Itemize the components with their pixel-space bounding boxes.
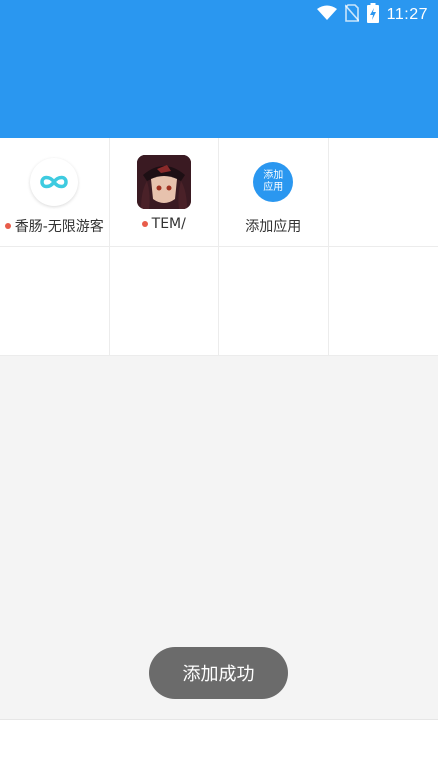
new-badge-dot xyxy=(5,223,11,229)
empty-tile xyxy=(329,138,438,247)
add-app-icon: 添加 应用 xyxy=(253,162,293,202)
empty-tile xyxy=(0,247,110,356)
status-bar: 11:27 xyxy=(317,4,428,26)
empty-tile xyxy=(110,247,220,356)
game-avatar-icon xyxy=(137,155,191,209)
empty-tile xyxy=(219,247,329,356)
app-grid: 香肠-无限游客 TEM/ xyxy=(0,138,438,356)
no-sim-icon xyxy=(345,4,359,26)
app-label: 香肠-无限游客 xyxy=(0,216,109,236)
app-tile-sausage[interactable]: 香肠-无限游客 xyxy=(0,138,110,247)
app-label: TEM/ xyxy=(110,216,219,232)
app-icon xyxy=(27,155,81,209)
app-tile-tem[interactable]: TEM/ xyxy=(110,138,220,247)
app-name: 香肠-无限游客 xyxy=(15,216,104,236)
infinity-icon xyxy=(38,173,70,191)
wifi-icon xyxy=(317,5,337,25)
bottom-bar xyxy=(0,719,438,779)
app-header: 11:27 xyxy=(0,0,438,138)
battery-charging-icon xyxy=(367,3,379,27)
add-app-icon-text: 应用 xyxy=(263,182,283,194)
new-badge-dot xyxy=(142,221,148,227)
success-toast: 添加成功 xyxy=(149,647,288,699)
app-icon xyxy=(137,155,191,209)
empty-tile xyxy=(329,247,438,356)
clock: 11:27 xyxy=(387,6,428,24)
add-app-icon-text: 添加 xyxy=(263,170,283,182)
app-name: TEM/ xyxy=(152,216,186,232)
app-label: 添加应用 xyxy=(219,216,328,236)
add-app-tile[interactable]: 添加 应用 添加应用 xyxy=(219,138,329,247)
add-app-label: 添加应用 xyxy=(245,216,301,236)
app-icon: 添加 应用 xyxy=(246,155,300,209)
